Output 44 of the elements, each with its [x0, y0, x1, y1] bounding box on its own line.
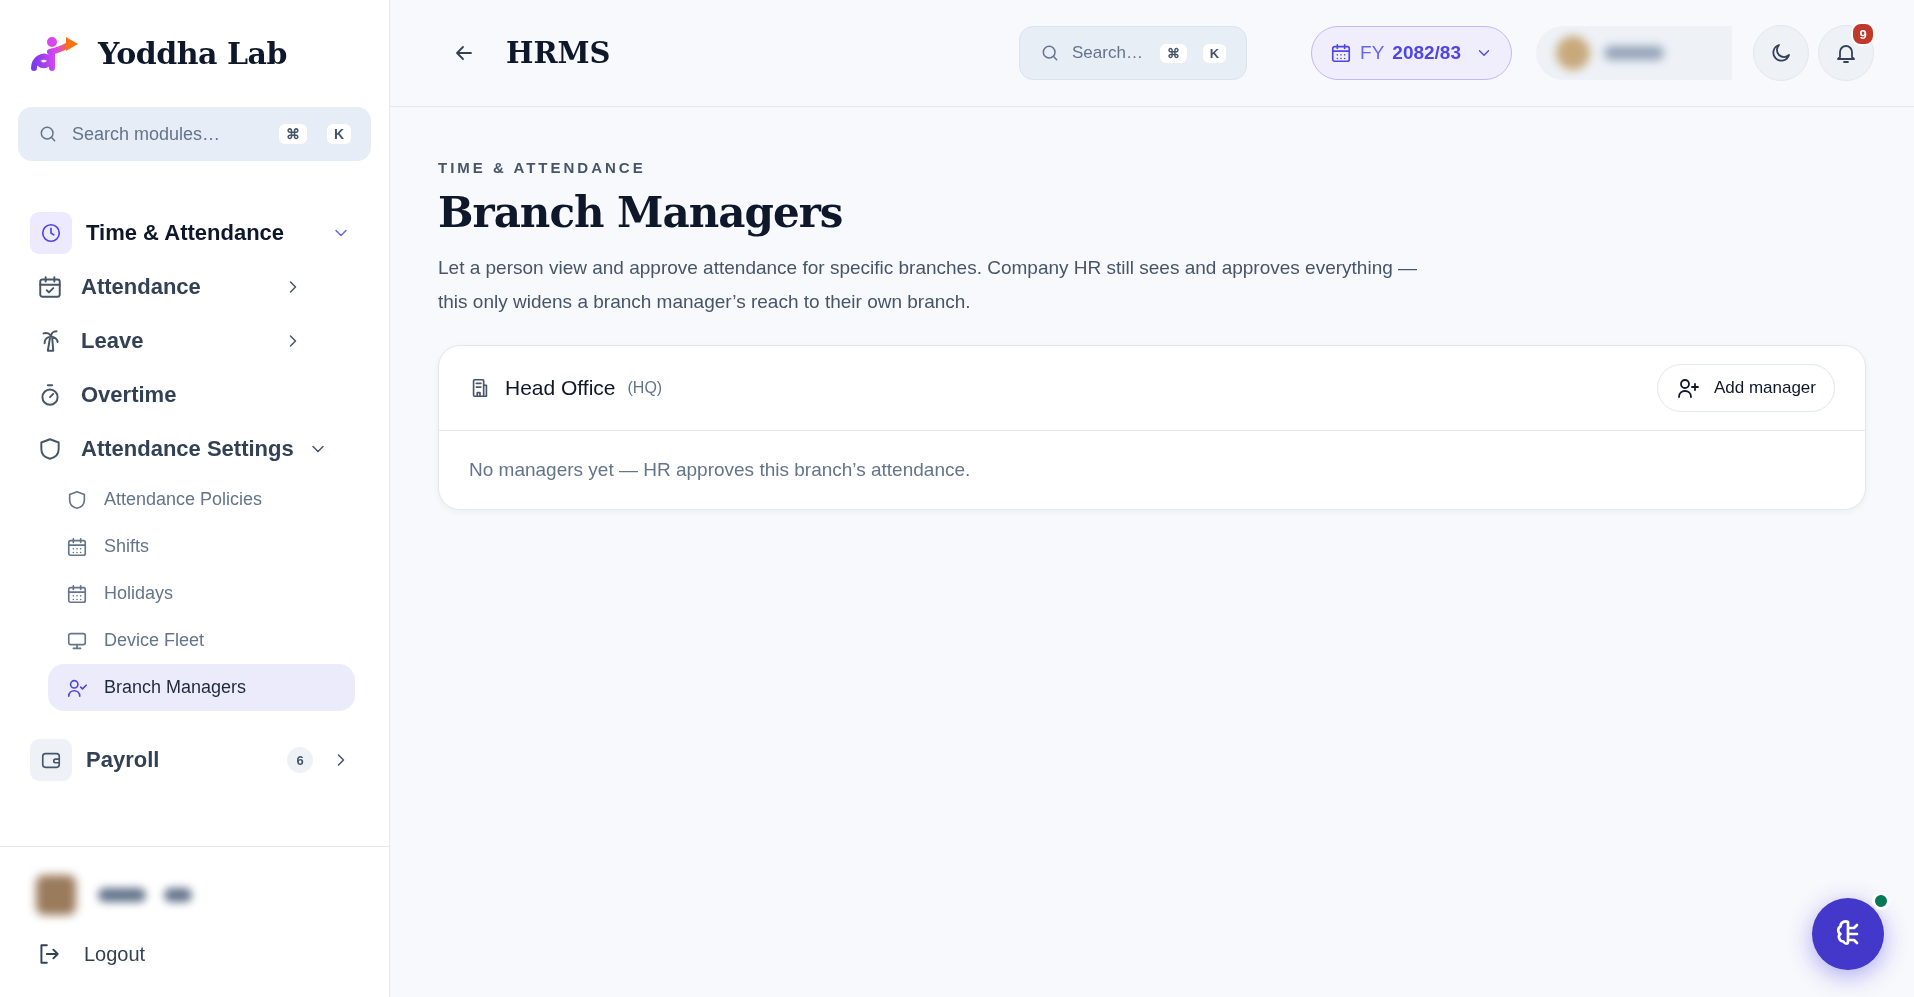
key-hint: ⌘: [278, 124, 307, 144]
empty-message: No managers yet — HR approves this branch’s attendance.: [468, 458, 972, 482]
add-manager-button[interactable]: Add manager: [1656, 364, 1835, 412]
count-badge: 6: [287, 747, 313, 773]
assistant-button[interactable]: [1812, 898, 1884, 970]
fiscal-year-selector[interactable]: FY 2082/83: [1311, 26, 1512, 80]
nav-subitem[interactable]: Holidays: [48, 570, 355, 617]
nav-item[interactable]: Overtime: [30, 368, 389, 422]
brand-name: Yoddha Lab: [98, 36, 287, 71]
nav-item[interactable]: Leave: [30, 314, 389, 368]
key-hint: K: [326, 124, 351, 144]
key-hint: K: [1202, 43, 1227, 63]
clock-icon: [40, 222, 62, 244]
nav-section[interactable]: Time & Attendance: [30, 206, 389, 260]
calendar-icon: [66, 582, 88, 605]
shield-icon: [37, 436, 63, 462]
branch-code: (HQ): [627, 379, 664, 397]
nav-subitem[interactable]: Branch Managers: [48, 664, 355, 711]
avatar: [36, 875, 76, 915]
nav-item[interactable]: Attendance Settings: [30, 422, 389, 476]
section-eyebrow: TIME & ATTENDANCE: [438, 159, 647, 176]
nav-item[interactable]: Attendance: [30, 260, 389, 314]
key-hint: ⌘: [1159, 43, 1187, 63]
logout-button[interactable]: Logout: [36, 941, 389, 967]
calendar-check-icon: [37, 274, 63, 300]
shield-icon: [66, 488, 88, 511]
calendar-icon: [66, 535, 88, 558]
theme-toggle-button[interactable]: [1753, 25, 1809, 81]
nav-subitem[interactable]: Attendance Policies: [48, 476, 355, 523]
search-field[interactable]: Search… ⌘ K: [1019, 26, 1248, 80]
add-user-icon: [1675, 376, 1700, 400]
page-header-title: HRMS: [506, 36, 612, 70]
moon-icon: [1769, 41, 1793, 65]
calendar-icon: [1330, 42, 1353, 64]
search-icon: [38, 124, 58, 144]
page-title: Branch Managers: [438, 188, 844, 237]
nav-section[interactable]: Payroll 6: [30, 733, 389, 787]
nav-subitem[interactable]: Device Fleet: [48, 617, 355, 664]
notifications-button[interactable]: 9: [1818, 25, 1874, 81]
notification-badge: 9: [1851, 22, 1875, 46]
page-description: Let a person view and approve attendance for specific branches. Company HR still sees and approves everything — this only widens a branch manager’s reach to their own branch.: [438, 256, 1419, 314]
nav-subitem[interactable]: Shifts: [48, 523, 355, 570]
branch-name: Head Office: [505, 376, 616, 400]
search-field[interactable]: Search modules… ⌘ K: [18, 107, 371, 161]
